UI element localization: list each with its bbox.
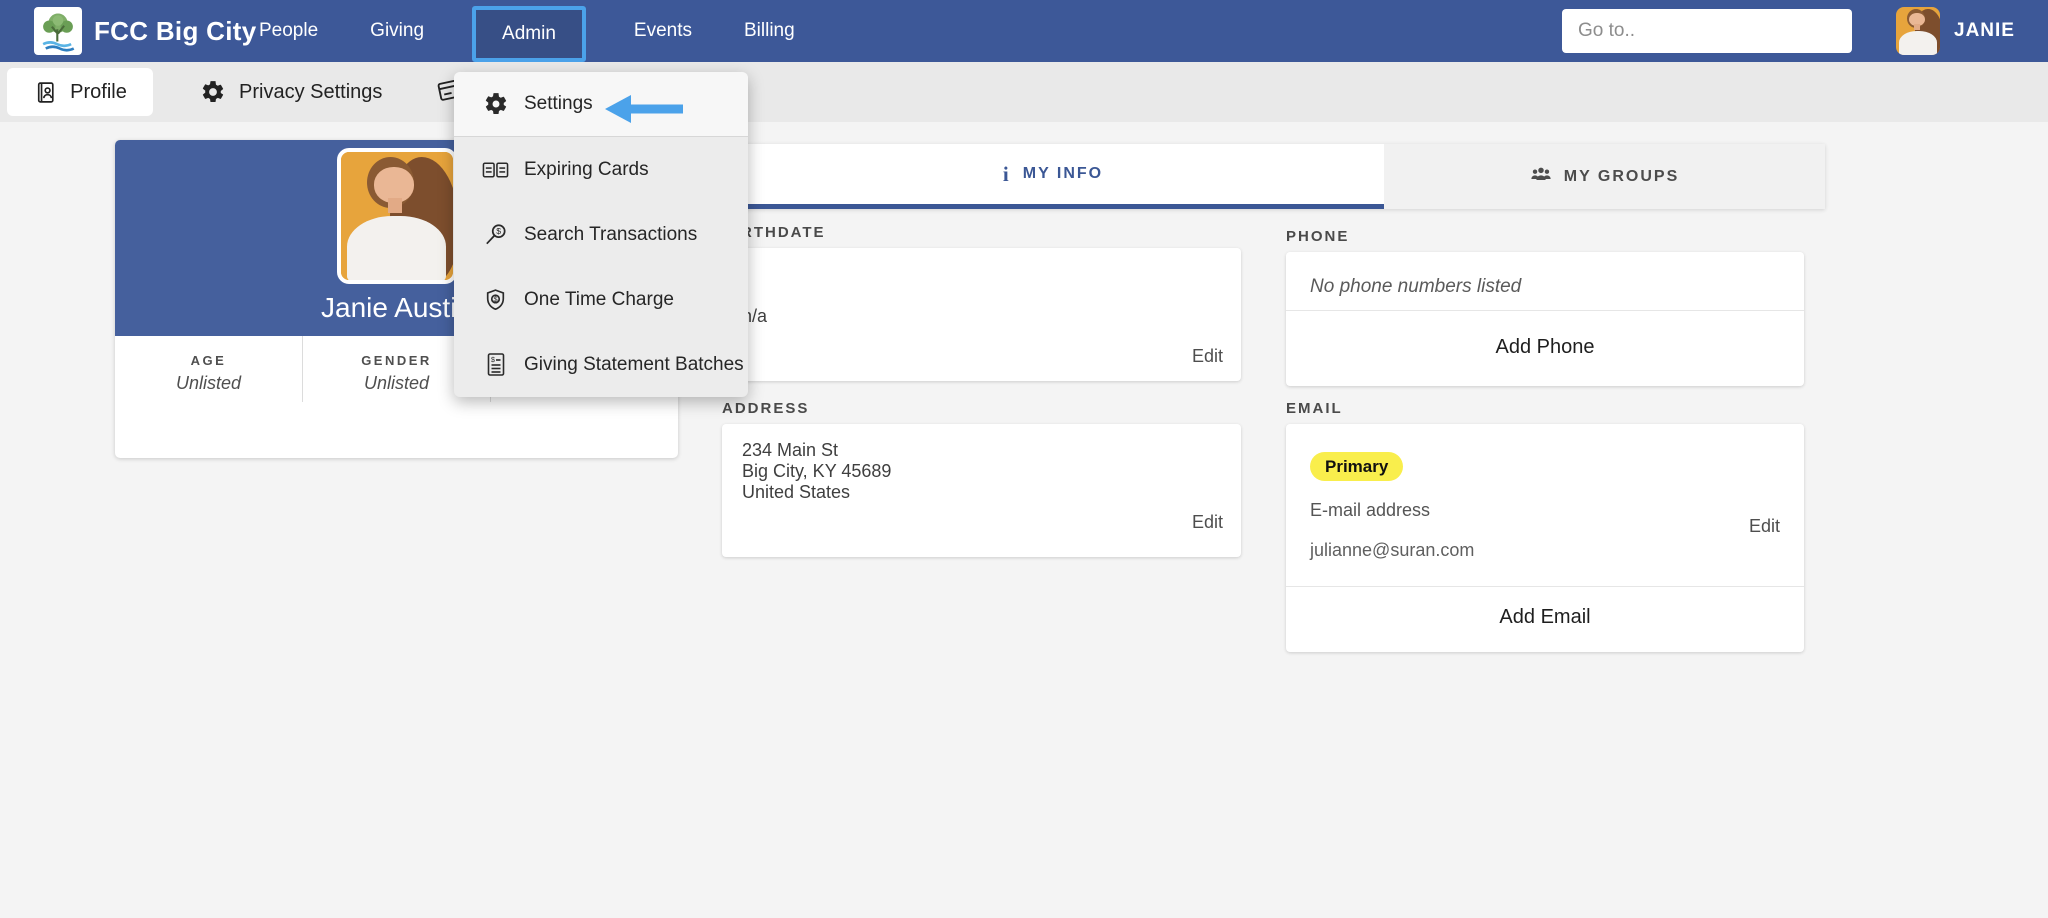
cards-icon	[482, 159, 509, 181]
screen: FCC Big City People Giving Admin Events …	[0, 0, 2048, 918]
menu-item-expiring-cards-label: Expiring Cards	[524, 159, 649, 181]
address-label: ADDRESS	[722, 400, 809, 417]
stat-age: AGE Unlisted	[115, 336, 302, 402]
nav-events[interactable]: Events	[630, 14, 696, 48]
brand-name[interactable]: FCC Big City	[94, 0, 256, 62]
phone-empty-text: No phone numbers listed	[1310, 276, 1521, 298]
people-icon	[1530, 165, 1552, 188]
menu-item-search-transactions[interactable]: $ Search Transactions	[454, 202, 748, 267]
email-value: julianne@suran.com	[1310, 540, 1474, 561]
church-tree-logo-icon[interactable]	[34, 7, 82, 55]
address-card: 234 Main St Big City, KY 45689 United St…	[722, 424, 1241, 557]
nav-admin[interactable]: Admin	[472, 6, 586, 62]
menu-item-search-transactions-label: Search Transactions	[524, 224, 697, 246]
menu-item-one-time-charge-label: One Time Charge	[524, 289, 674, 311]
birthdate-edit-button[interactable]: Edit	[1192, 346, 1223, 367]
tab-my-info-label: MY INFO	[1023, 165, 1103, 183]
divider	[1286, 586, 1804, 587]
user-name[interactable]: JANIE	[1954, 0, 2015, 62]
add-phone-button[interactable]: Add Phone	[1286, 336, 1804, 359]
top-nav: FCC Big City People Giving Admin Events …	[0, 0, 2048, 62]
tab-profile[interactable]: Profile	[7, 68, 153, 116]
email-edit-button[interactable]: Edit	[1749, 516, 1780, 537]
goto-search-input[interactable]	[1562, 9, 1852, 53]
tab-my-groups-label: MY GROUPS	[1564, 168, 1680, 186]
profile-toolbar: Profile Privacy Settings	[0, 62, 2048, 122]
svg-text:$: $	[491, 357, 495, 364]
address-edit-button[interactable]: Edit	[1192, 512, 1223, 533]
tab-privacy-settings[interactable]: Privacy Settings	[200, 62, 382, 122]
menu-item-one-time-charge[interactable]: $ One Time Charge	[454, 267, 748, 332]
email-label: EMAIL	[1286, 400, 1343, 417]
user-avatar[interactable]	[1896, 7, 1940, 55]
gear-icon	[482, 91, 509, 117]
search-dollar-icon: $	[482, 222, 509, 248]
tab-my-info[interactable]: i MY INFO	[722, 144, 1384, 209]
tab-my-groups[interactable]: MY GROUPS	[1384, 144, 1825, 209]
stat-age-label: AGE	[115, 353, 302, 368]
main-menu: People Giving Admin Events Billing	[255, 0, 799, 62]
menu-item-settings[interactable]: Settings	[454, 72, 748, 137]
address-line3: United States	[742, 482, 891, 503]
tab-profile-label: Profile	[70, 81, 127, 104]
menu-item-giving-statement-batches-label: Giving Statement Batches	[524, 354, 744, 376]
add-email-button[interactable]: Add Email	[1286, 606, 1804, 629]
address-line1: 234 Main St	[742, 440, 891, 461]
email-card: Primary E-mail address julianne@suran.co…	[1286, 424, 1804, 652]
nav-people[interactable]: People	[255, 14, 322, 48]
phone-card: No phone numbers listed Add Phone	[1286, 252, 1804, 386]
shield-dollar-icon: $	[482, 287, 509, 313]
info-icon: i	[1003, 162, 1011, 187]
address-line2: Big City, KY 45689	[742, 461, 891, 482]
gear-icon	[200, 79, 226, 105]
svg-text:$: $	[493, 294, 497, 303]
statement-icon: $	[482, 352, 509, 378]
divider	[1286, 310, 1804, 311]
email-field-label: E-mail address	[1310, 500, 1430, 521]
birthdate-card: n/a Edit	[722, 248, 1241, 381]
profile-photo	[337, 148, 457, 284]
primary-badge: Primary	[1310, 452, 1403, 481]
info-tab-bar: i MY INFO MY GROUPS	[722, 144, 1825, 209]
phone-label: PHONE	[1286, 228, 1349, 245]
nav-billing[interactable]: Billing	[740, 14, 799, 48]
menu-item-settings-label: Settings	[524, 93, 593, 115]
contact-book-icon	[33, 80, 58, 105]
nav-giving[interactable]: Giving	[366, 14, 428, 48]
avatar-photo	[1896, 7, 1940, 55]
menu-item-giving-statement-batches[interactable]: $ Giving Statement Batches	[454, 332, 748, 397]
tab-privacy-settings-label: Privacy Settings	[239, 81, 382, 104]
svg-text:$: $	[496, 226, 501, 236]
address-lines: 234 Main St Big City, KY 45689 United St…	[742, 440, 891, 503]
stat-age-value: Unlisted	[115, 373, 302, 394]
admin-dropdown-menu: Settings Expiring Cards $	[454, 72, 748, 397]
menu-item-expiring-cards[interactable]: Expiring Cards	[454, 137, 748, 202]
